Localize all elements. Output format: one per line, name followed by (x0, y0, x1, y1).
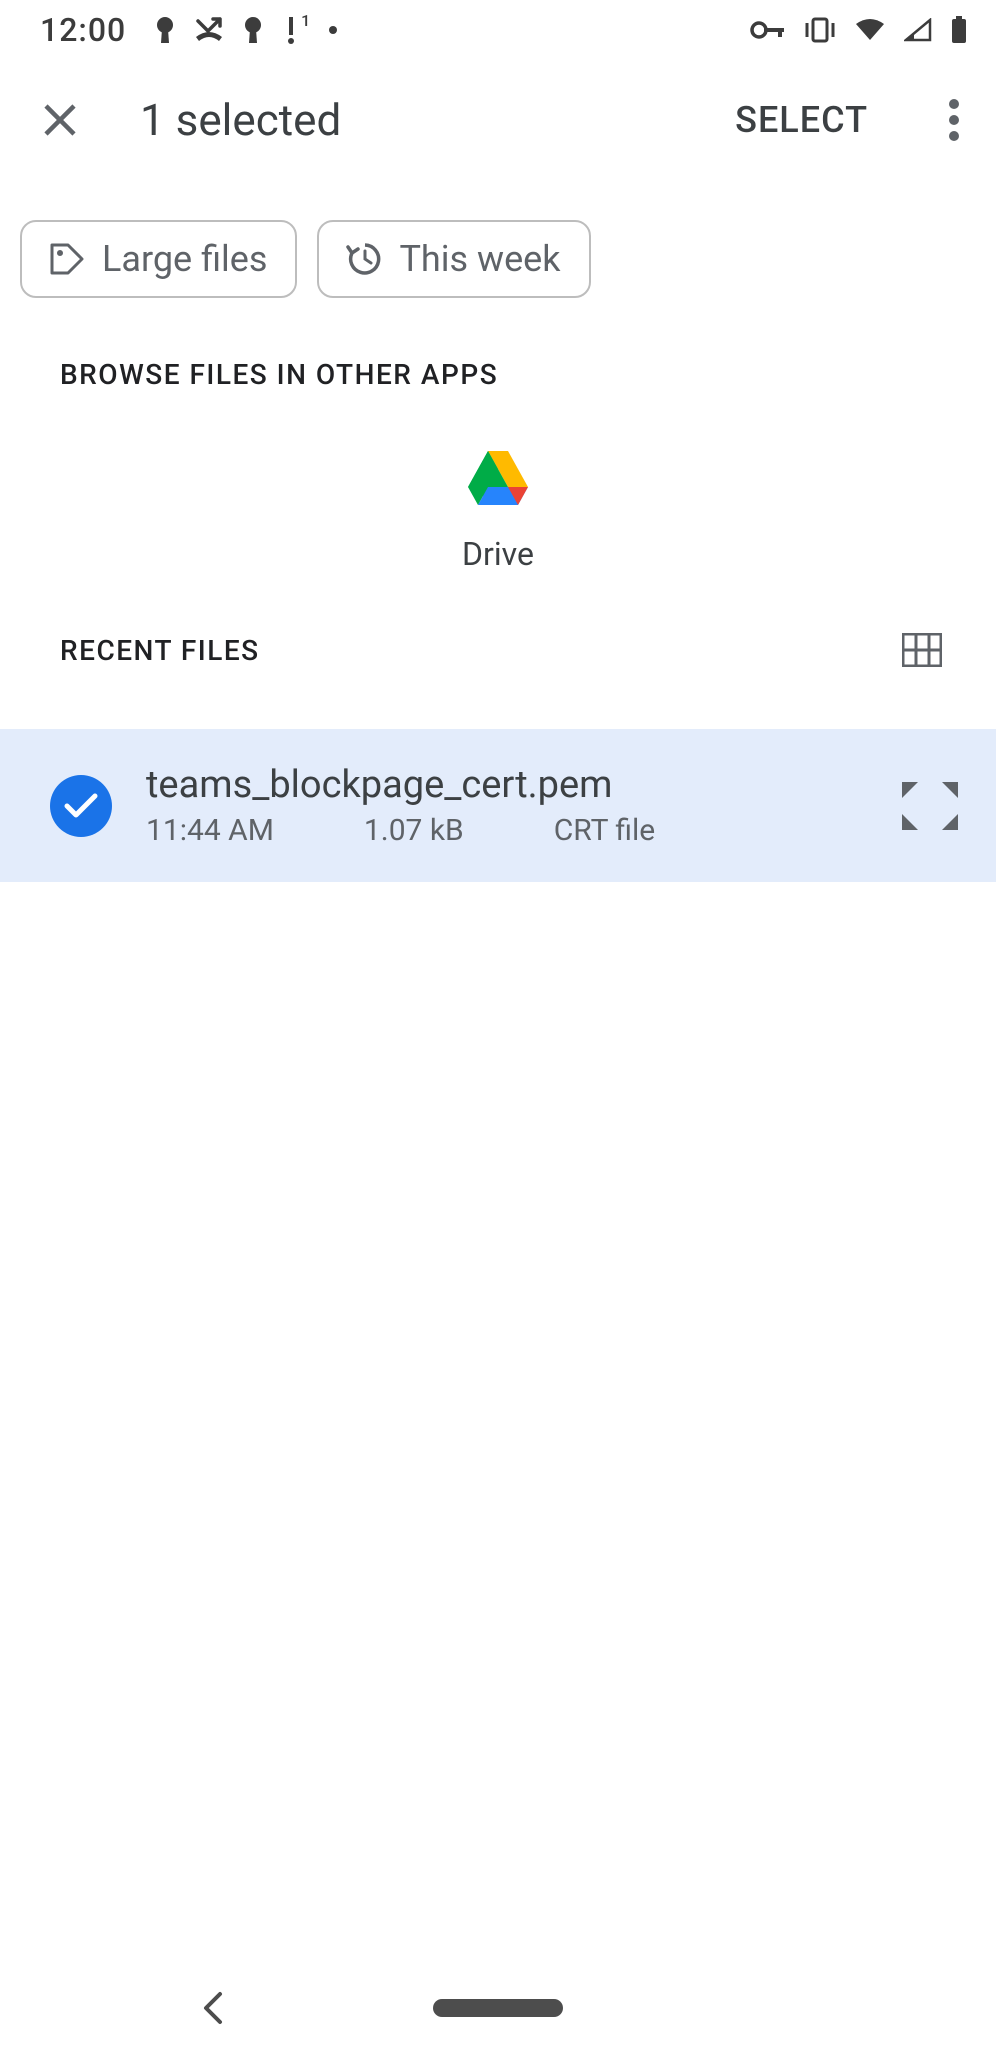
other-apps-row: Drive (0, 419, 996, 633)
file-info: teams_blockpage_cert.pem 11:44 AM 1.07 k… (146, 763, 866, 848)
selected-check-icon[interactable] (50, 775, 112, 837)
history-icon (343, 239, 383, 279)
back-icon[interactable] (200, 1990, 226, 2026)
select-button[interactable]: SELECT (735, 99, 868, 141)
priority-icon: 1 (282, 15, 300, 45)
vibrate-icon (804, 17, 836, 43)
keyhole-icon (154, 15, 176, 45)
status-right (750, 16, 968, 44)
keyhole-icon (242, 15, 264, 45)
close-icon[interactable] (40, 100, 80, 140)
home-pill[interactable] (433, 1999, 563, 2017)
recent-files-header: RECENT FILES (0, 633, 996, 691)
file-size: 1.07 kB (364, 813, 464, 848)
chip-label: Large files (102, 238, 267, 280)
section-browse-other-apps: BROWSE FILES IN OTHER APPS (0, 338, 996, 419)
app-bar-title: 1 selected (140, 94, 695, 146)
expand-icon[interactable] (900, 780, 960, 832)
file-type: CRT file (554, 813, 655, 848)
file-meta: 11:44 AM 1.07 kB CRT file (146, 813, 866, 848)
signal-icon (904, 18, 932, 42)
file-name: teams_blockpage_cert.pem (146, 763, 866, 807)
chip-label: This week (399, 238, 560, 280)
dot-icon (328, 25, 338, 35)
status-bar: 12:00 1 (0, 0, 996, 60)
grid-view-icon[interactable] (902, 633, 942, 667)
vpn-key-icon (750, 20, 786, 40)
status-left: 12:00 1 (40, 11, 338, 49)
file-row[interactable]: teams_blockpage_cert.pem 11:44 AM 1.07 k… (0, 729, 996, 882)
battery-icon (950, 16, 968, 44)
app-tile-drive[interactable]: Drive (462, 449, 534, 573)
clock: 12:00 (40, 11, 126, 49)
app-bar: 1 selected SELECT (0, 60, 996, 180)
section-recent-files: RECENT FILES (60, 634, 260, 667)
drive-icon (466, 449, 530, 505)
more-vert-icon[interactable] (932, 98, 976, 142)
wifi-icon (854, 18, 886, 42)
filter-chips: Large files This week (0, 180, 996, 338)
system-nav-bar (0, 1968, 996, 2048)
chip-large-files[interactable]: Large files (20, 220, 297, 298)
file-time: 11:44 AM (146, 813, 274, 848)
missed-call-icon (194, 17, 224, 43)
chip-this-week[interactable]: This week (317, 220, 590, 298)
app-label: Drive (462, 535, 534, 573)
tag-icon (46, 239, 86, 279)
